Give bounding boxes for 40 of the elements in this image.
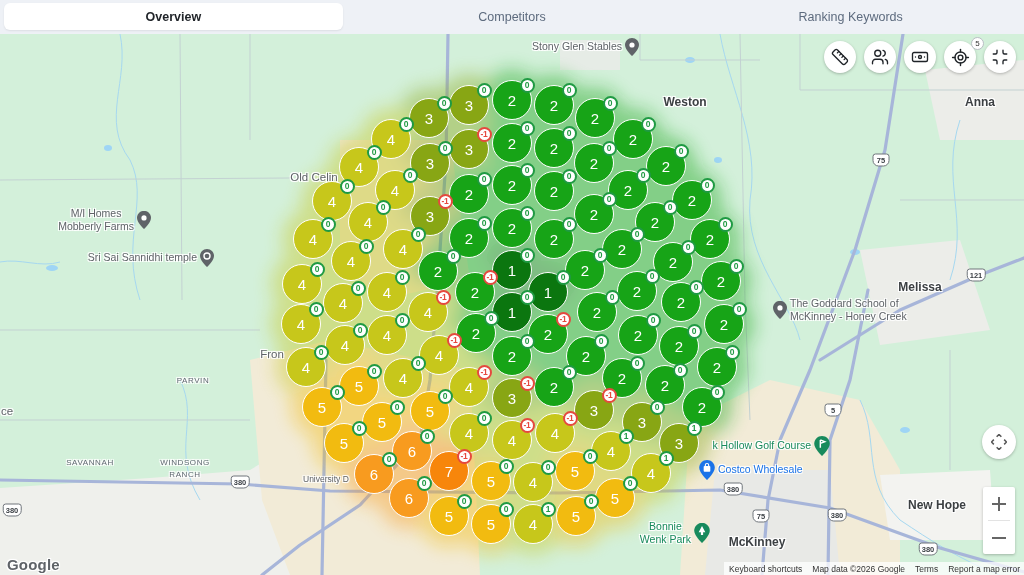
map-pin-icon	[773, 301, 787, 319]
place-label: ce	[0, 405, 14, 419]
terms-link[interactable]: Terms	[915, 563, 939, 574]
place-of-interest-label[interactable]: Bonnie Wenk Park	[639, 519, 691, 547]
tree-pin-icon	[694, 523, 710, 543]
tab[interactable]: Competitors	[342, 3, 682, 30]
place-of-interest-label[interactable]: Costco Wholesale	[718, 463, 803, 477]
map-pin-icon	[200, 249, 214, 267]
place-of-interest-label[interactable]: M/I Homes Mobberly Farms	[58, 206, 134, 234]
four-arrows-icon	[991, 434, 1007, 450]
place-label: Weston	[663, 96, 707, 110]
place-of-interest-label[interactable]: Stony Glen Stables	[532, 40, 622, 54]
road-label: University D	[303, 474, 349, 484]
tab[interactable]: Overview	[4, 3, 343, 30]
place-label: New Hope	[908, 499, 966, 513]
keyboard-shortcuts-link[interactable]: Keyboard shortcuts	[729, 563, 803, 574]
district-label: SAVANNAH	[66, 457, 114, 469]
district-label: PARVIN	[176, 375, 210, 387]
ruler-icon	[831, 48, 849, 66]
place-label: McKinney	[728, 536, 786, 550]
crosshair-icon	[950, 47, 970, 67]
plus-icon	[992, 496, 1006, 511]
map-data-text: Map data ©2026 Google	[812, 563, 906, 574]
report-error-link[interactable]: Report a map error	[948, 563, 1020, 574]
tab[interactable]: Ranking Keywords	[681, 3, 1020, 30]
minimize-icon	[991, 48, 1009, 66]
place-label: Melissa	[898, 281, 942, 295]
district-label: WINDSONG RANCH	[160, 457, 210, 481]
place-label: Fron	[260, 348, 284, 362]
place-of-interest-label[interactable]: Sri Sai Sannidhi temple	[87, 251, 197, 265]
minus-icon	[992, 536, 1006, 539]
google-logo: Google	[7, 556, 60, 573]
place-label: Anna	[965, 96, 995, 110]
bag-pin-icon	[699, 460, 715, 480]
place-of-interest-label[interactable]: The Goddard School of McKinney - Honey Creek	[790, 296, 907, 324]
users-icon	[871, 48, 889, 66]
map-pin-icon	[625, 38, 639, 56]
map-pin-icon	[137, 211, 151, 229]
flag-pin-icon	[814, 436, 830, 456]
place-of-interest-label[interactable]: k Hollow Golf Course	[712, 439, 811, 453]
